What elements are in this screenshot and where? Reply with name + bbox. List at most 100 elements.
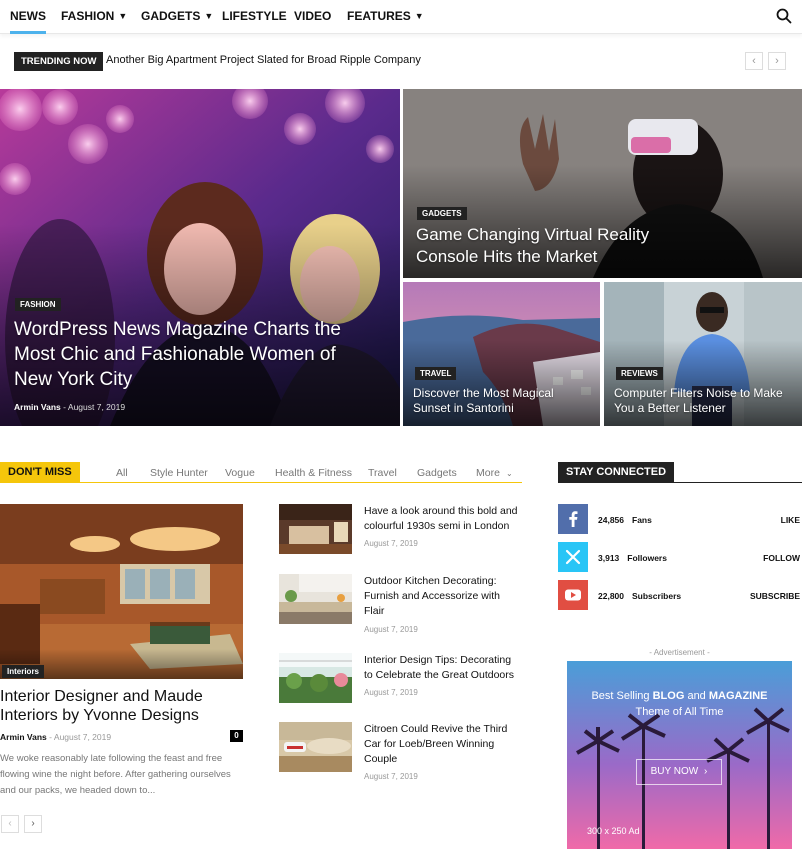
hero-main-title[interactable]: WordPress News Magazine Charts the Most … <box>14 317 354 392</box>
hero-main-post[interactable]: FASHION WordPress News Magazine Charts t… <box>0 89 400 426</box>
comment-count-badge[interactable]: 0 <box>230 730 243 742</box>
filter-style-hunter[interactable]: Style Hunter <box>150 467 208 479</box>
side-post-thumbnail[interactable] <box>279 574 352 624</box>
meta-separator: - <box>49 732 52 742</box>
chevron-down-icon: ⌄ <box>505 469 513 478</box>
count-value: 24,856 <box>598 515 624 525</box>
kitchen-image <box>279 574 352 624</box>
hero-top-right-post[interactable]: GADGETS Game Changing Virtual Reality Co… <box>403 89 802 278</box>
author-name[interactable]: Armin Vans <box>14 402 61 412</box>
hero-bottom-right-post[interactable]: REVIEWS Computer Filters Noise to Make Y… <box>604 282 802 426</box>
chevron-down-icon: ▼ <box>118 11 128 21</box>
category-badge[interactable]: TRAVEL <box>415 367 457 380</box>
facebook-count: 24,856 Fans <box>598 515 652 525</box>
main-post-title[interactable]: Interior Designer and Maude Interiors by… <box>0 687 240 725</box>
meta-separator: - <box>63 402 66 412</box>
post-date: August 7, 2019 <box>364 688 418 697</box>
nav-label: FASHION <box>61 9 115 23</box>
headline-emphasis: BLOG <box>652 690 685 702</box>
category-badge[interactable]: REVIEWS <box>616 367 663 380</box>
filter-all[interactable]: All <box>116 467 128 479</box>
buy-now-label: BUY NOW <box>650 766 699 777</box>
advertisement-headline: Best Selling BLOG and MAGAZINE Theme of … <box>567 688 792 720</box>
twitter-follow-button[interactable]: FOLLOW <box>763 553 800 563</box>
ad-size-label: 300 x 250 Ad <box>587 826 640 836</box>
side-post-thumbnail[interactable] <box>279 653 352 703</box>
nav-label: FEATURES <box>347 9 411 23</box>
trending-next-button[interactable]: › <box>768 52 786 70</box>
post-date: August 7, 2019 <box>364 625 418 634</box>
main-post-excerpt: We woke reasonably late following the fe… <box>0 753 231 796</box>
chevron-left-icon: ‹ <box>8 818 12 829</box>
hero-bottom-left-post[interactable]: TRAVEL Discover the Most Magical Sunset … <box>403 282 600 426</box>
main-post-image[interactable]: Interiors <box>0 504 243 679</box>
stay-connected-divider <box>558 482 802 483</box>
hero-top-right-title[interactable]: Game Changing Virtual Reality Console Hi… <box>416 224 716 268</box>
chevron-down-icon: ▼ <box>204 11 214 21</box>
filter-more-label: More <box>476 467 500 479</box>
category-badge[interactable]: FASHION <box>15 298 61 311</box>
trending-now-badge: TRENDING NOW <box>14 52 104 71</box>
x-twitter-icon[interactable] <box>558 542 588 572</box>
trending-headline-link[interactable]: Another Big Apartment Project Slated for… <box>106 54 421 66</box>
nav-item-video[interactable]: VIDEO <box>294 0 331 34</box>
dont-miss-divider <box>0 482 522 483</box>
hero-bottom-right-title[interactable]: Computer Filters Noise to Make You a Bet… <box>614 386 799 416</box>
side-post-title[interactable]: Interior Design Tips: Decorating to Cele… <box>364 653 522 683</box>
headline-text: and <box>684 690 709 702</box>
side-post-thumbnail[interactable] <box>279 504 352 554</box>
twitter-count: 3,913 Followers <box>598 553 667 563</box>
headline-emphasis: MAGAZINE <box>708 690 768 702</box>
pagination-prev-button[interactable]: ‹ <box>1 815 19 833</box>
pagination-next-button[interactable]: › <box>24 815 42 833</box>
filter-gadgets[interactable]: Gadgets <box>417 467 457 479</box>
advertisement-label: - Advertisement - <box>649 648 710 657</box>
nav-item-lifestyle[interactable]: LIFESTYLE <box>222 0 287 34</box>
count-unit: Subscribers <box>632 591 682 601</box>
chevron-right-icon: › <box>704 766 708 777</box>
nav-item-gadgets[interactable]: GADGETS ▼ <box>141 0 213 34</box>
chevron-right-icon: › <box>775 55 779 67</box>
chevron-left-icon: ‹ <box>752 55 756 67</box>
youtube-icon[interactable] <box>558 580 588 610</box>
post-date: August 7, 2019 <box>364 772 418 781</box>
filter-travel[interactable]: Travel <box>368 467 397 479</box>
trending-prev-button[interactable]: ‹ <box>745 52 763 70</box>
side-post-thumbnail[interactable] <box>279 722 352 772</box>
side-post-title[interactable]: Citroen Could Revive the Third Car for L… <box>364 722 522 767</box>
stay-connected-badge: STAY CONNECTED <box>558 462 675 483</box>
side-post-title[interactable]: Outdoor Kitchen Decorating: Furnish and … <box>364 574 522 619</box>
count-value: 3,913 <box>598 553 620 563</box>
filter-vogue[interactable]: Vogue <box>225 467 255 479</box>
facebook-like-button[interactable]: LIKE <box>781 515 800 525</box>
nav-label: LIFESTYLE <box>222 9 287 23</box>
buy-now-button[interactable]: BUY NOW › <box>636 759 722 785</box>
side-post-title[interactable]: Have a look around this bold and colourf… <box>364 504 522 534</box>
post-date: August 7, 2019 <box>53 732 112 742</box>
bedroom-image <box>279 504 352 554</box>
author-name[interactable]: Armin Vans <box>0 732 47 742</box>
category-badge[interactable]: Interiors <box>2 665 45 678</box>
nav-item-news[interactable]: NEWS <box>10 0 46 34</box>
nav-label: GADGETS <box>141 9 201 23</box>
count-value: 22,800 <box>598 591 624 601</box>
post-date: August 7, 2019 <box>67 402 126 412</box>
category-badge[interactable]: GADGETS <box>417 207 467 220</box>
dont-miss-badge: DON'T MISS <box>0 462 80 483</box>
hero-bottom-left-title[interactable]: Discover the Most Magical Sunset in Sant… <box>413 386 593 416</box>
nav-item-fashion[interactable]: FASHION ▼ <box>61 0 127 34</box>
search-icon[interactable] <box>776 8 792 24</box>
nav-item-features[interactable]: FEATURES ▼ <box>347 0 424 34</box>
youtube-subscribe-button[interactable]: SUBSCRIBE <box>750 591 800 601</box>
advertisement-banner[interactable]: Best Selling BLOG and MAGAZINE Theme of … <box>567 661 792 849</box>
count-unit: Fans <box>632 515 652 525</box>
filter-health-fitness[interactable]: Health & Fitness <box>275 467 352 479</box>
headline-subtext: Theme of All Time <box>635 706 724 718</box>
youtube-count: 22,800 Subscribers <box>598 591 681 601</box>
facebook-icon[interactable] <box>558 504 588 534</box>
post-date: August 7, 2019 <box>364 539 418 548</box>
filter-more[interactable]: More ⌄ <box>476 467 513 479</box>
rally-car-image <box>279 722 352 772</box>
main-navigation: NEWS FASHION ▼ GADGETS ▼ LIFESTYLE VIDEO F… <box>0 0 802 34</box>
post-meta: Armin Vans - August 7, 2019 <box>0 732 111 742</box>
